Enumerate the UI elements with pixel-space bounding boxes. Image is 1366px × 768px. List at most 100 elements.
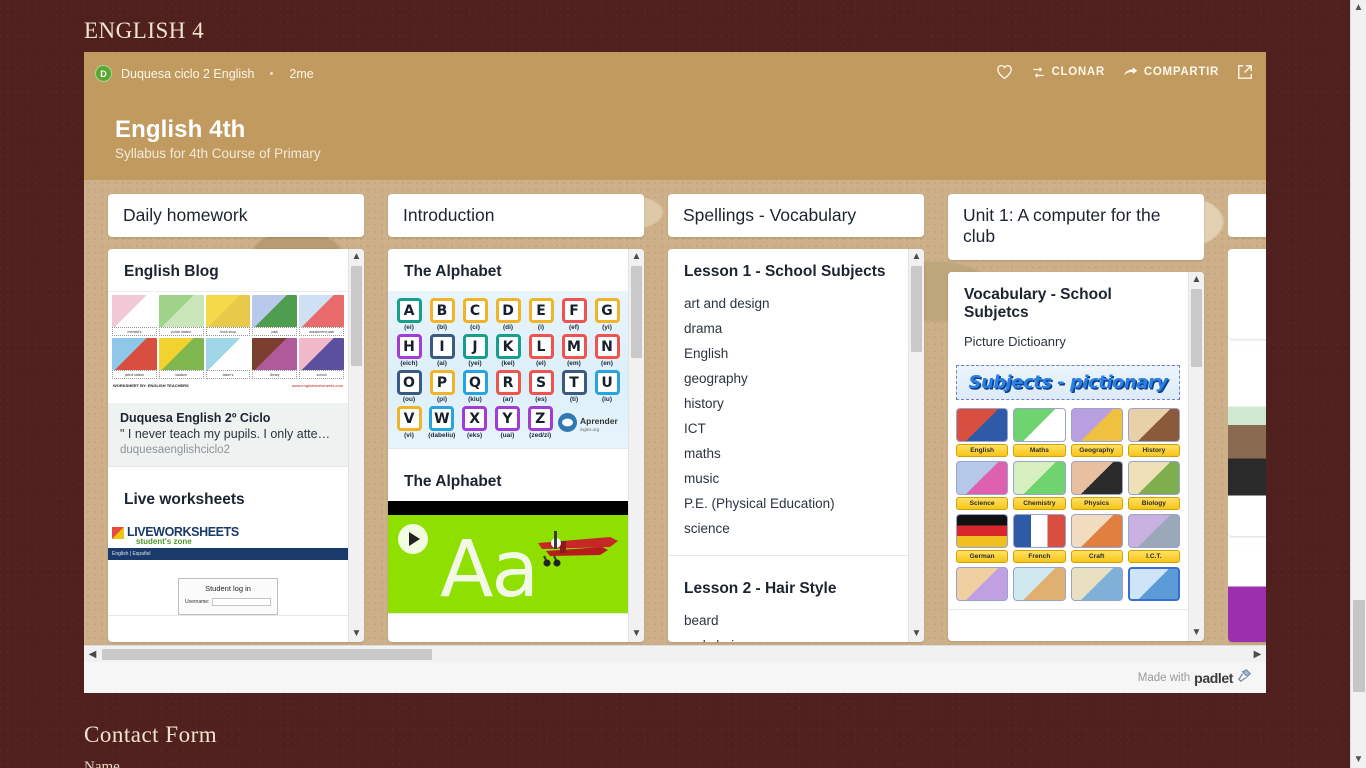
padlet-board: Daily homework English Blog chemist's po… xyxy=(84,180,1266,645)
post-card-alphabet-video[interactable]: The Alphabet Aa xyxy=(388,459,628,614)
post-card-lesson-2[interactable]: Lesson 2 - Hair Style beard curly hair xyxy=(668,566,908,642)
browser-scrollbar-thumb[interactable] xyxy=(1353,600,1365,692)
avatar: D xyxy=(95,65,112,82)
scroll-up-icon[interactable]: ▲ xyxy=(632,249,642,265)
board-column-unit-1: Unit 1: A computer for the club Vocabula… xyxy=(948,194,1204,645)
alphabet-cell: X (eks) xyxy=(460,406,490,439)
column-scrollbar[interactable]: ▲ ▼ xyxy=(1188,272,1204,641)
post-card-vocabulary-pictionary[interactable]: Vocabulary - School Subjetcs Picture Dic… xyxy=(948,272,1188,610)
alphabet-cell: R (ar) xyxy=(493,370,523,403)
padlet-footer: Made with padlet xyxy=(84,662,1266,693)
letter-tile: E xyxy=(528,298,554,323)
video-screen: Aa xyxy=(388,515,628,613)
post-card-english-blog[interactable]: English Blog chemist's police station bo… xyxy=(108,249,348,467)
pictionary-cell: book shop xyxy=(205,295,251,336)
letter-phonetic: (vi) xyxy=(404,432,414,439)
column-scroll-region: English Blog chemist's police station bo… xyxy=(108,249,348,642)
alphabet-cell: M (em) xyxy=(559,334,589,367)
column-card-area: Vocabulary - School Subjetcs Picture Dic… xyxy=(948,272,1204,641)
column-header[interactable]: Daily homework xyxy=(108,194,364,237)
liveworksheets-mark-icon xyxy=(112,527,124,539)
item-image xyxy=(1127,514,1180,548)
play-button[interactable] xyxy=(398,524,428,554)
share-button[interactable]: COMPARTIR xyxy=(1123,66,1219,79)
letter-phonetic: (kei) xyxy=(501,360,515,367)
alphabet-cell: Y (uai) xyxy=(492,406,522,439)
column-header[interactable]: Introduction xyxy=(388,194,644,237)
padlet-author-name[interactable]: Duquesa ciclo 2 English xyxy=(121,67,254,81)
post-card-live-worksheets[interactable]: Live worksheets LIVEWORKSHEETS student's… xyxy=(108,477,348,616)
scroll-right-icon[interactable]: ▶ xyxy=(1249,649,1266,660)
column-header[interactable] xyxy=(1228,194,1266,237)
post-card[interactable] xyxy=(1228,249,1266,339)
play-icon xyxy=(409,532,420,546)
item-image xyxy=(956,461,1009,495)
vocabulary-list: beard curly hair xyxy=(668,608,908,642)
browser-scroll-up-icon[interactable]: ▲ xyxy=(1351,0,1366,16)
column-card-area xyxy=(1228,249,1266,642)
post-card[interactable] xyxy=(1228,351,1266,536)
alphabet-row: V (vi) W (dabeliu) X (eks) Y (uai) Z (zed/zi) xyxy=(394,406,622,439)
post-card-lesson-1[interactable]: Lesson 1 - School Subjects art and desig… xyxy=(668,249,908,556)
scrollbar-thumb[interactable] xyxy=(911,266,922,352)
favorite-button[interactable] xyxy=(996,64,1013,80)
scroll-up-icon[interactable]: ▲ xyxy=(352,249,362,265)
post-card[interactable] xyxy=(1228,548,1266,642)
clone-button[interactable]: CLONAR xyxy=(1031,66,1105,79)
letter-phonetic: (ci) xyxy=(470,324,480,331)
vocabulary-list: art and design drama English geography h… xyxy=(668,291,908,555)
post-card-alphabet-chart[interactable]: The Alphabet A (ei) B (bi) C (ci) D (di) E (i… xyxy=(388,249,628,449)
scrollbar-thumb[interactable] xyxy=(1191,289,1202,367)
scroll-down-icon[interactable]: ▼ xyxy=(912,626,922,642)
column-header[interactable]: Unit 1: A computer for the club xyxy=(948,194,1204,260)
cell-caption: petrol station xyxy=(112,370,157,379)
scroll-down-icon[interactable]: ▼ xyxy=(1192,625,1202,641)
column-scrollbar[interactable]: ▲ ▼ xyxy=(908,249,924,642)
username-input[interactable] xyxy=(212,598,271,606)
liveworksheets-screenshot: LIVEWORKSHEETS student's zone English | … xyxy=(108,519,348,615)
alphabet-cell: U (iu) xyxy=(592,370,622,403)
cell-caption: amusement park xyxy=(299,327,344,336)
scroll-up-icon[interactable]: ▲ xyxy=(1192,272,1202,288)
board-column-next-partial xyxy=(1228,194,1266,645)
aprender-domain: ingles.org xyxy=(579,427,600,433)
item-label: Biology xyxy=(1127,497,1180,510)
letter-tile: Q xyxy=(462,370,488,395)
browser-scroll-down-icon[interactable]: ▼ xyxy=(1351,752,1366,768)
alphabet-row: H (eich) I (ai) J (yei) K (kei) L (el) M (em) … xyxy=(394,334,622,367)
scroll-up-icon[interactable]: ▲ xyxy=(912,249,922,265)
scroll-left-icon[interactable]: ◀ xyxy=(84,649,101,660)
item-image xyxy=(1070,408,1123,442)
alphabet-cell: F (ef) xyxy=(559,298,589,331)
column-header[interactable]: Spellings - Vocabulary xyxy=(668,194,924,237)
item-label: German xyxy=(956,550,1009,563)
link-preview-url: duquesaenglishciclo2 xyxy=(120,444,230,456)
link-preview[interactable]: Duquesa English 2º Ciclo " I never teach… xyxy=(108,403,348,466)
pictionary-item: Physics xyxy=(1070,461,1123,510)
letter-tile: O xyxy=(396,370,422,395)
horizontal-scrollbar-thumb[interactable] xyxy=(102,649,432,660)
padlet-timestamp: 2me xyxy=(289,66,314,81)
student-login-title: Student log in xyxy=(205,584,251,593)
letter-tile: S xyxy=(528,370,554,395)
scroll-down-icon[interactable]: ▼ xyxy=(352,626,362,642)
expand-button[interactable] xyxy=(1237,64,1253,80)
alphabet-cell: S (es) xyxy=(526,370,556,403)
padlet-brand[interactable]: padlet xyxy=(1194,670,1233,686)
scrollbar-thumb[interactable] xyxy=(351,266,362,366)
cell-caption: park xyxy=(252,327,298,336)
alphabet-cell: I (ai) xyxy=(427,334,457,367)
video-letterbox xyxy=(388,501,628,515)
alphabet-cell: D (di) xyxy=(493,298,523,331)
scroll-down-icon[interactable]: ▼ xyxy=(632,626,642,642)
column-scrollbar[interactable]: ▲ ▼ xyxy=(348,249,364,642)
board-horizontal-scrollbar[interactable]: ◀ ▶ xyxy=(84,645,1266,662)
browser-scrollbar[interactable]: ▲ ▼ xyxy=(1350,0,1366,768)
made-with-label: Made with xyxy=(1137,671,1191,684)
video-embed[interactable]: Aa xyxy=(388,501,628,613)
post-title: Lesson 1 - School Subjects xyxy=(684,263,886,280)
cell-art xyxy=(205,338,251,370)
column-scrollbar[interactable]: ▲ ▼ xyxy=(628,249,644,642)
item-image xyxy=(1070,567,1123,601)
scrollbar-thumb[interactable] xyxy=(631,266,642,358)
